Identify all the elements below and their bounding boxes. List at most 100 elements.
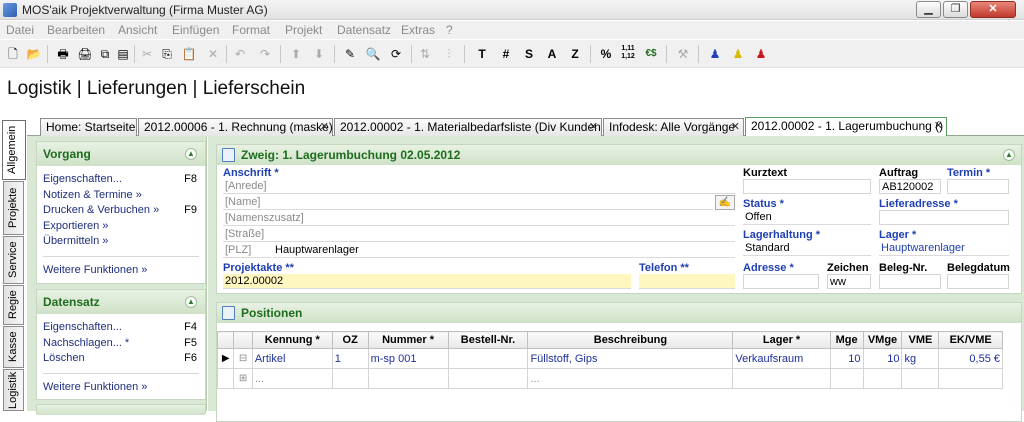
hash-button[interactable]: # [497,45,515,63]
cell-vmge[interactable]: 10 [862,348,903,369]
ort-field[interactable]: Hauptwarenlager [273,243,735,258]
tab-materialbedarfsliste[interactable]: 2012.00002 - 1. Materialbedarfsliste (Di… [334,118,602,136]
vtab-service[interactable]: Service [3,236,24,284]
a-button[interactable]: A [543,45,561,63]
sort-icon[interactable]: ⇅ [416,45,434,63]
termin-field[interactable] [947,179,1009,194]
vorgang-header[interactable]: Vorgang ▲ [37,142,205,166]
col-bestellnr[interactable]: Bestell-Nr. [447,331,529,349]
projektakte-field[interactable]: 2012.00002 [223,274,631,289]
col-beschreibung[interactable]: Beschreibung [527,331,734,349]
col-lager[interactable]: Lager * [732,331,831,349]
decimals-button[interactable]: 1,11 1,12 [619,45,637,63]
vorgang-uebermitteln-link[interactable]: Übermitteln » [37,234,205,250]
close-window-button[interactable]: ✕ [970,1,1016,18]
print-preview-icon[interactable]: 🖨 [76,45,94,63]
restore-button[interactable]: ❐ [943,1,968,18]
cell-oz[interactable] [331,368,369,389]
vorgang-notizen-link[interactable]: Notizen & Termine » [37,188,205,204]
cell-lager[interactable]: Verkaufsraum [732,348,831,369]
menu-projekt[interactable]: Projekt [285,23,322,37]
filter-icon[interactable]: ⫶ [440,45,458,63]
cell-kennung[interactable]: Artikel [251,348,333,369]
cut-icon[interactable]: ✂ [138,45,156,63]
print-icon[interactable]: 🖶 [54,45,72,63]
signature-icon[interactable]: ✍ [715,195,735,210]
vorgang-drucken-link[interactable]: Drucken & Verbuchen » F9 [37,203,205,219]
status-field[interactable]: Offen [743,210,871,225]
cell-beschreibung[interactable]: ... [527,368,734,389]
percent-button[interactable]: % [597,45,615,63]
cell-nummer[interactable]: m-sp 001 [367,348,449,369]
move-down-icon[interactable]: ⬇ [310,45,328,63]
menu-datensatz[interactable]: Datensatz [337,23,391,37]
close-tab-icon[interactable]: ✕ [731,119,740,135]
currency-button[interactable]: €$ [642,45,660,63]
datensatz-weitere-funktionen-link[interactable]: Weitere Funktionen » [37,380,205,396]
telefon-field[interactable] [639,274,735,289]
col-nummer[interactable]: Nummer * [367,331,449,349]
menu-einfuegen[interactable]: Einfügen [172,23,219,37]
menu-help[interactable]: ? [446,23,453,37]
cell-ek[interactable]: 0,55 € [938,348,1003,369]
open-folder-icon[interactable]: 📂 [25,45,43,63]
vtab-logistik[interactable]: Logistik [3,369,24,411]
paste-icon[interactable]: 📋 [180,45,198,63]
cell-vme[interactable]: kg [901,348,940,369]
zeichen-field[interactable]: ww [827,274,871,289]
cell-mge[interactable] [829,368,864,389]
close-tab-icon[interactable]: ✕ [320,119,329,135]
cell-nummer[interactable] [367,368,449,389]
cell-oz[interactable]: 1 [331,348,369,369]
table-row[interactable]: ▶ ⊟ Artikel 1 m-sp 001 Füllstoff, Gips V… [216,348,1003,369]
tab-home-startseite[interactable]: Home: Startseite [40,118,137,136]
edit-pencil-icon[interactable]: ✎ [341,45,359,63]
delete-icon[interactable]: ✕ [204,45,222,63]
refresh-icon[interactable]: ⟳ [387,45,405,63]
anrede-field[interactable]: [Anrede] [223,179,735,194]
adresse-field[interactable] [743,274,819,289]
minimize-button[interactable]: ▁ [916,1,941,18]
datensatz-header[interactable]: Datensatz ▲ [37,290,205,314]
cell-mge[interactable]: 10 [829,348,864,369]
copy-icon[interactable]: ⎘ [158,45,176,63]
strasse-field[interactable]: [Straße] [223,227,735,242]
copy-document-icon[interactable]: ⧉ [96,45,114,63]
col-kennung[interactable]: Kennung * [251,331,333,349]
plz-field[interactable]: [PLZ] [223,243,271,258]
datensatz-nachschlagen-link[interactable]: Nachschlagen... * F5 [37,336,205,352]
s-button[interactable]: S [520,45,538,63]
col-ek-vme[interactable]: EK/VME [938,331,1003,349]
collapse-icon[interactable]: ▲ [185,296,197,308]
vtab-regie[interactable]: Regie [3,285,24,325]
undo-icon[interactable]: ↶ [231,45,249,63]
close-tab-icon[interactable]: ✕ [589,119,598,135]
vtab-projekte[interactable]: Projekte [3,181,24,235]
menu-ansicht[interactable]: Ansicht [118,23,157,37]
col-vmge[interactable]: VMge [862,331,903,349]
auftrag-field[interactable]: AB120002 [879,179,941,194]
datensatz-eigenschaften-link[interactable]: Eigenschaften... F4 [37,320,205,336]
cell-bestellnr[interactable] [447,348,529,369]
lieferadresse-field[interactable] [879,210,1009,225]
user-blue-icon[interactable]: ♟ [706,45,724,63]
cell-vme[interactable] [901,368,940,389]
tab-rechnung[interactable]: 2012.00006 - 1. Rechnung (maske) ✕ [138,118,333,136]
cell-bestellnr[interactable] [447,368,529,389]
lager-field[interactable]: Hauptwarenlager [879,241,1009,256]
collapse-icon[interactable]: ▲ [1003,149,1015,161]
menu-format[interactable]: Format [232,23,270,37]
lagerhaltung-field[interactable]: Standard [743,241,871,256]
menu-bearbeiten[interactable]: Bearbeiten [47,23,105,37]
close-tab-icon[interactable]: ✕ [934,118,943,134]
kurztext-field[interactable] [743,179,871,194]
col-mge[interactable]: Mge [829,331,864,349]
name-field[interactable]: [Name] [223,195,713,210]
menu-datei[interactable]: Datei [6,23,34,37]
belegdatum-field[interactable] [947,274,1009,289]
vorgang-exportieren-link[interactable]: Exportieren » [37,219,205,235]
col-oz[interactable]: OZ [331,331,369,349]
search-document-icon[interactable]: 🔍 [364,45,382,63]
menu-extras[interactable]: Extras [401,23,435,37]
tool-disabled-icon[interactable]: ⚒ [674,45,692,63]
